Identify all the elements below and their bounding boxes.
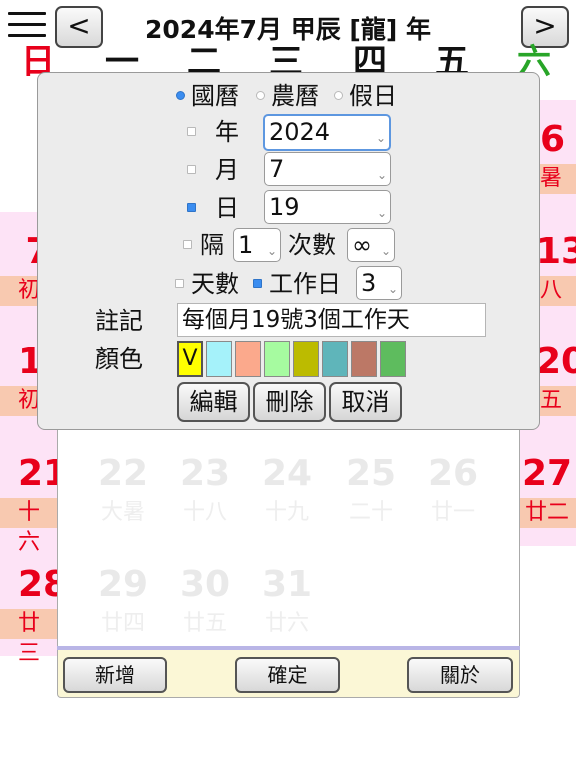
chevron-down-icon: ⌄ [387,282,398,296]
chevron-down-icon: ⌄ [380,244,391,258]
add-button[interactable]: 新增 [63,657,167,693]
lunar-date: 大暑 [100,500,145,525]
color-swatch[interactable] [235,341,261,377]
radio-holiday-label: 假日 [349,82,397,110]
count-label: 次數 [288,231,336,259]
calendar-day[interactable]: 6 [540,118,576,162]
month-select[interactable]: 7 ⌄ [264,152,391,186]
edit-button[interactable]: 編輯 [177,382,250,422]
lunar-date: 八 [540,278,563,303]
workday-label: 工作日 [269,270,341,298]
day-select[interactable]: 19 ⌄ [264,190,391,224]
calendar-day[interactable]: 24 [246,452,328,496]
lunar-date: 廿一 [430,500,475,525]
lunar-date: 十八 [182,500,227,525]
interval-select[interactable]: 1 ⌄ [233,228,281,262]
days-label: 天數 [191,270,239,298]
calendar-day[interactable]: 29 [82,563,164,607]
radio-holiday[interactable] [334,91,343,100]
about-button[interactable]: 關於 [407,657,513,693]
color-swatch[interactable] [380,341,406,377]
workday-select[interactable]: 3 ⌄ [356,266,402,300]
interval-checkbox[interactable] [183,240,192,249]
chevron-down-icon: ⌄ [376,206,387,220]
color-swatch[interactable]: V [177,341,203,377]
confirm-button[interactable]: 確定 [235,657,340,693]
calendar-day[interactable]: 20 [536,340,576,384]
workday-checkbox[interactable] [253,279,262,288]
lunar-date: 廿四 [100,611,145,636]
year-select-value: 2024 [269,118,331,146]
calendar-day[interactable]: 27 [518,452,576,496]
color-swatch[interactable] [206,341,232,377]
day-label: 日 [215,194,239,222]
color-swatch[interactable] [293,341,319,377]
note-input[interactable]: 每個月19號3個工作天 [177,303,486,337]
lunar-date: 廿三 [18,611,41,666]
lunar-date: 廿五 [182,611,227,636]
count-select[interactable]: ∞ ⌄ [347,228,395,262]
calendar-day[interactable]: 31 [246,563,328,607]
day-select-value: 19 [269,193,300,221]
count-select-value: ∞ [352,231,372,259]
chevron-down-icon: ⌄ [375,131,386,145]
lunar-date: 二十 [348,500,393,525]
month-label: 月 [215,156,239,184]
calendar-day[interactable]: 22 [82,452,164,496]
calendar-day[interactable]: 25 [330,452,412,496]
chevron-down-icon: ⌄ [266,244,277,258]
lunar-date: 廿六 [264,611,309,636]
year-select[interactable]: 2024 ⌄ [263,114,391,151]
color-swatch[interactable] [264,341,290,377]
radio-solar-label: 國曆 [191,82,239,110]
calendar-day[interactable]: 23 [164,452,246,496]
lunar-date: 五 [540,388,563,413]
radio-lunar-label: 農曆 [271,82,319,110]
month-checkbox[interactable] [187,165,196,174]
color-label: 顏色 [95,345,143,373]
day-checkbox[interactable] [187,203,196,212]
radio-solar[interactable] [176,91,185,100]
color-swatch[interactable] [322,341,348,377]
radio-lunar[interactable] [256,91,265,100]
calendar-day[interactable]: 28 [18,563,58,607]
year-label: 年 [215,118,239,146]
calendar-day[interactable]: 21 [18,452,58,496]
lunar-date: 十六 [18,500,41,555]
note-label: 註記 [95,307,143,335]
color-swatch[interactable] [351,341,377,377]
days-checkbox[interactable] [175,279,184,288]
lunar-date: 暑 [540,166,563,191]
interval-label: 隔 [200,231,224,259]
cancel-button[interactable]: 取消 [329,382,402,422]
chevron-down-icon: ⌄ [376,168,387,182]
delete-button[interactable]: 刪除 [253,382,326,422]
calendar-day[interactable]: 30 [164,563,246,607]
lunar-date: 十九 [264,500,309,525]
workday-select-value: 3 [361,269,377,297]
lunar-date: 廿二 [524,500,569,525]
interval-select-value: 1 [238,231,254,259]
page-title: 2024年7月 甲辰 [龍] 年 [145,15,431,44]
calendar-day[interactable]: 26 [412,452,494,496]
calendar-day[interactable]: 13 [536,230,576,274]
year-checkbox[interactable] [187,127,196,136]
month-select-value: 7 [269,155,285,183]
